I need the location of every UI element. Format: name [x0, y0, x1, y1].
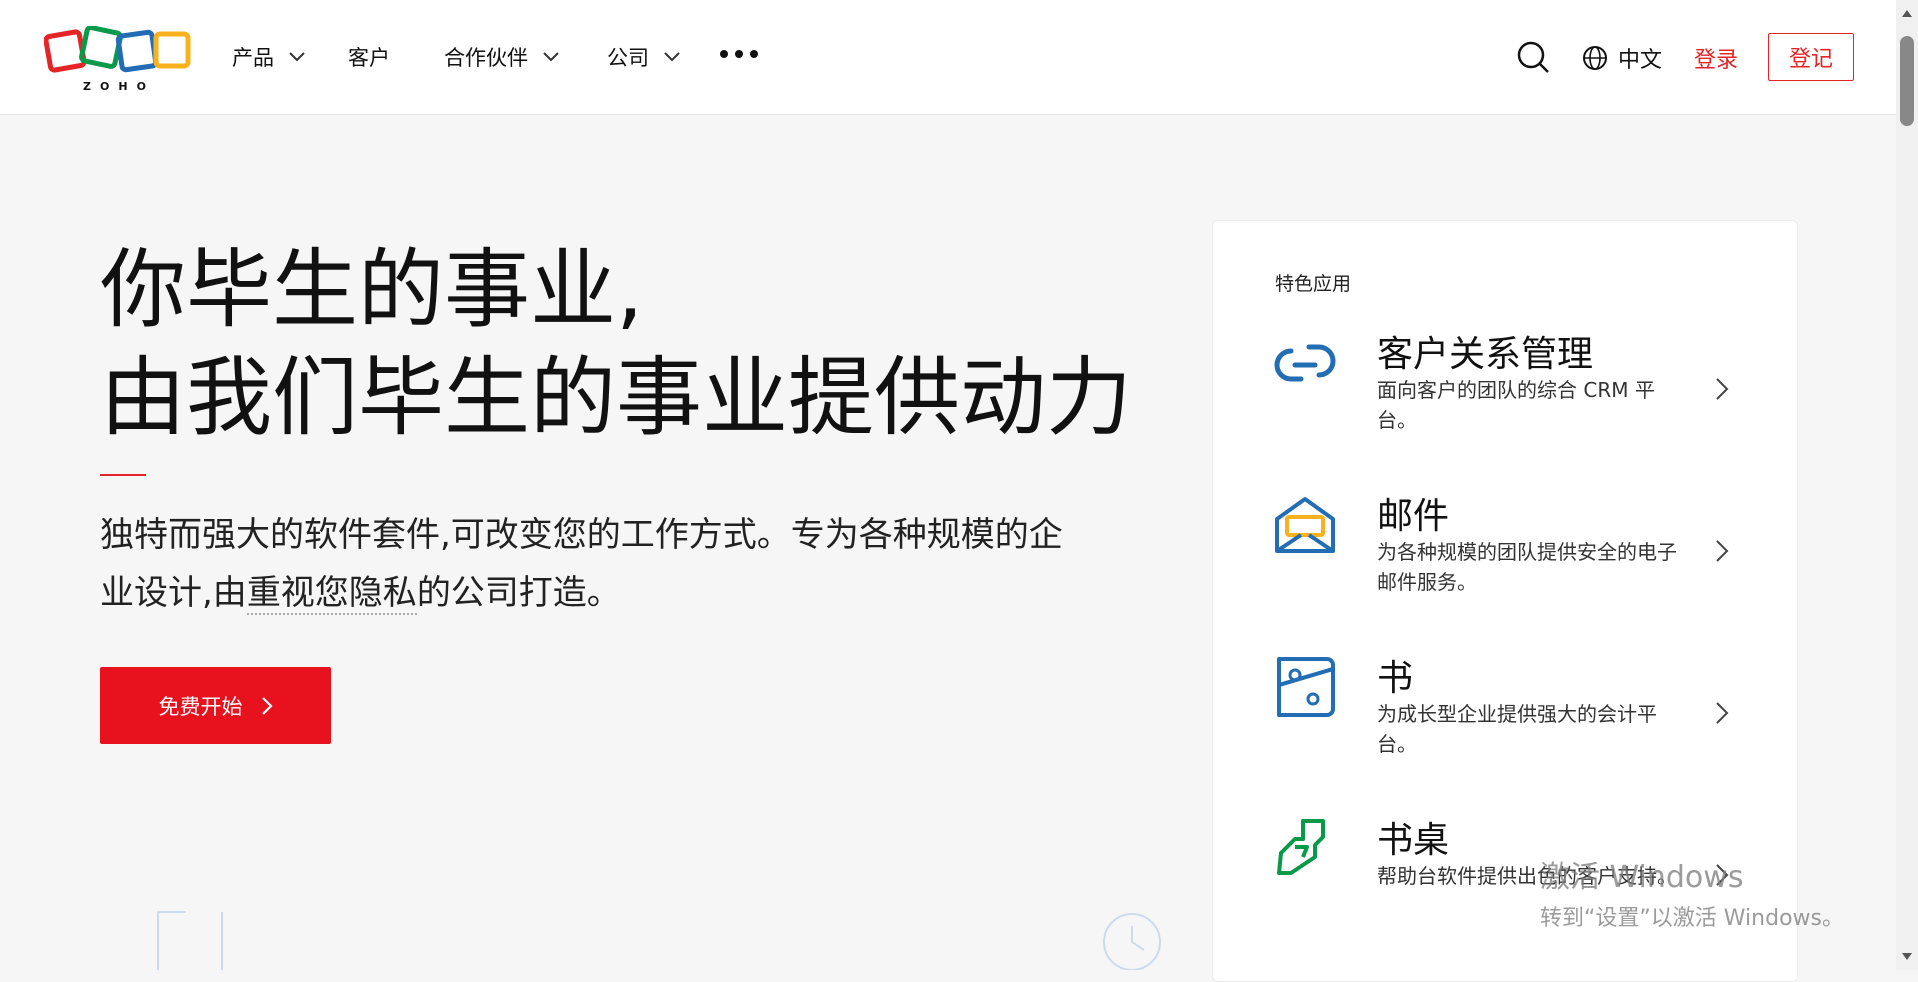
- chevron-right-icon: [1716, 864, 1729, 886]
- app-name: 书桌: [1377, 820, 1450, 861]
- chevron-down-icon: [289, 52, 305, 62]
- featured-apps-heading: 特色应用: [1275, 273, 1352, 295]
- hero-title-line1: 你毕生的事业,: [100, 240, 644, 340]
- featured-apps-panel: 特色应用 客户关系管理 面向客户的团队的综合 CRM 平台。 邮件 为各种规模的…: [1212, 220, 1798, 982]
- language-label: 中文: [1618, 48, 1663, 73]
- vertical-scrollbar[interactable]: [1896, 0, 1918, 970]
- app-description: 为成长型企业提供强大的会计平台。: [1377, 702, 1657, 756]
- app-name: 邮件: [1377, 496, 1450, 537]
- nav-item-label: 合作伙伴: [444, 46, 528, 70]
- chevron-right-icon: [1716, 378, 1729, 400]
- get-started-button[interactable]: 免费开始: [100, 667, 331, 744]
- hero-title: 你毕生的事业, 由我们毕生的事业提供动力: [100, 236, 1132, 452]
- hero-description-text-end: 的公司打造。: [416, 573, 621, 613]
- app-description: 面向客户的团队的综合 CRM 平台。: [1377, 378, 1655, 432]
- nav-item-products[interactable]: 产品: [232, 42, 306, 72]
- nav-item-label: 客户: [348, 46, 390, 70]
- nav-item-customers[interactable]: 客户: [348, 42, 390, 72]
- app-item-desk[interactable]: 书桌 帮助台软件提供出色的客户支持。: [1273, 811, 1753, 931]
- signup-button[interactable]: 登记: [1768, 33, 1854, 81]
- app-name: 客户关系管理: [1377, 334, 1594, 375]
- scroll-thumb[interactable]: [1900, 36, 1914, 126]
- app-item-crm[interactable]: 客户关系管理 面向客户的团队的综合 CRM 平台。: [1273, 325, 1753, 445]
- nav-item-partners[interactable]: 合作伙伴: [444, 42, 560, 72]
- app-description: 为各种规模的团队提供安全的电子邮件服务。: [1377, 540, 1677, 594]
- chevron-right-icon: [1716, 702, 1729, 724]
- desk-icon: [1277, 819, 1325, 875]
- hero-title-line2: 由我们毕生的事业提供动力: [100, 348, 1132, 448]
- nav-item-label: 产品: [232, 46, 274, 70]
- crm-icon: [1274, 344, 1336, 382]
- app-item-books[interactable]: 书 为成长型企业提供强大的会计平台。: [1273, 649, 1753, 769]
- accent-divider: [100, 474, 146, 476]
- search-icon[interactable]: [1516, 40, 1550, 74]
- nav-item-label: 公司: [607, 46, 649, 70]
- app-name: 书: [1377, 658, 1414, 699]
- more-menu-icon[interactable]: [720, 50, 758, 58]
- scroll-up-arrow-icon[interactable]: [1902, 10, 1912, 17]
- clock-outline-icon: [1103, 913, 1161, 970]
- logo-wordmark: ZOHO: [83, 80, 155, 93]
- chevron-right-icon: [261, 696, 273, 715]
- hero-description: 独特而强大的软件套件,可改变您的工作方式。专为各种规模的企业设计,由重视您隐私的…: [100, 506, 1070, 622]
- login-link[interactable]: 登录: [1694, 42, 1738, 74]
- app-item-mail[interactable]: 邮件 为各种规模的团队提供安全的电子邮件服务。: [1273, 487, 1753, 607]
- get-started-label: 免费开始: [158, 694, 243, 719]
- globe-icon: [1583, 46, 1607, 70]
- language-selector[interactable]: 中文: [1582, 42, 1662, 74]
- chevron-right-icon: [1716, 540, 1729, 562]
- books-icon: [1277, 657, 1335, 717]
- decorative-outline-icon: [157, 911, 223, 970]
- top-navigation: ZOHO 产品 客户 合作伙伴 公司 中文 登录 登记: [0, 0, 1896, 115]
- scroll-down-arrow-icon[interactable]: [1902, 953, 1912, 960]
- app-description: 帮助台软件提供出色的客户支持。: [1377, 864, 1677, 888]
- mail-icon: [1275, 497, 1335, 553]
- privacy-link[interactable]: 重视您隐私: [246, 573, 417, 615]
- chevron-down-icon: [664, 52, 680, 62]
- chevron-down-icon: [543, 52, 559, 62]
- nav-item-company[interactable]: 公司: [607, 42, 681, 72]
